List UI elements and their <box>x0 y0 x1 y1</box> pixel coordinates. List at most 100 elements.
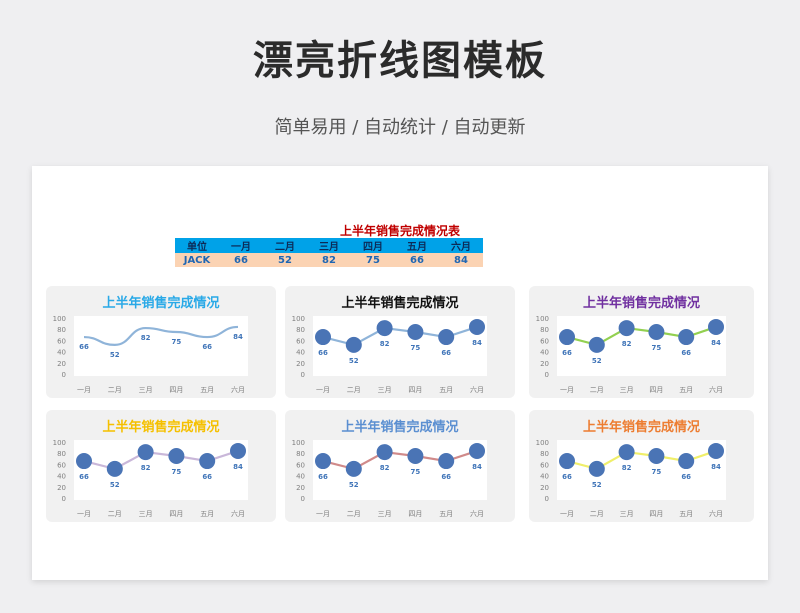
table-cell: 52 <box>263 253 307 267</box>
data-label: 66 <box>318 473 328 481</box>
table-cell: JACK <box>175 253 219 267</box>
data-label: 66 <box>441 473 451 481</box>
line-chart: 0 20 40 60 80 100 一月 二月 三月 四月 五月 六月 66 52 82 75 66 84 <box>292 439 487 518</box>
x-tick-label: 三月 <box>139 386 153 394</box>
y-tick-label: 20 <box>540 484 549 492</box>
table-row: JACK 66 52 82 75 66 84 <box>175 253 483 267</box>
table-header-cell: 四月 <box>351 238 395 253</box>
data-point <box>345 336 362 353</box>
table-header-row: 单位 一月 二月 三月 四月 五月 六月 <box>175 238 483 253</box>
chart-card: 上半年销售完成情况 0 20 40 60 80 100 一月 二月 三月 四月 五月 六月 66 52 82… <box>285 286 515 398</box>
y-tick-label: 60 <box>296 461 305 469</box>
data-label: 82 <box>380 464 390 472</box>
table-header-cell: 五月 <box>395 238 439 253</box>
plot-area <box>313 316 487 376</box>
y-tick-label: 0 <box>301 495 305 503</box>
data-label: 84 <box>711 463 721 471</box>
data-point <box>230 442 246 459</box>
chart-card: 上半年销售完成情况 0 20 40 60 80 100 一月 二月 三月 四月 五月 六月 66 52 82… <box>285 410 515 522</box>
data-label: 82 <box>622 340 632 348</box>
data-label: 84 <box>472 463 482 471</box>
y-tick-label: 0 <box>545 495 549 503</box>
x-tick-label: 二月 <box>590 510 604 518</box>
data-point <box>588 460 605 477</box>
x-tick-label: 三月 <box>378 386 392 394</box>
line-chart: 0 20 40 60 80 100 一月 二月 三月 四月 五月 六月 66 52 82 75 66 84 <box>536 315 726 394</box>
table-header-cell: 一月 <box>219 238 263 253</box>
y-tick-label: 60 <box>57 461 66 469</box>
y-tick-label: 40 <box>57 349 66 357</box>
data-point <box>648 324 665 340</box>
y-tick-label: 60 <box>540 337 549 345</box>
line-chart: 0 20 40 60 80 100 一月 二月 三月 四月 五月 六月 66 52 82 75 66 84 <box>536 439 726 518</box>
data-label: 66 <box>318 349 328 357</box>
y-tick-label: 40 <box>296 473 305 481</box>
data-point <box>618 444 635 461</box>
plot-area <box>313 440 487 500</box>
y-tick-label: 100 <box>53 315 66 323</box>
data-point <box>106 460 123 477</box>
data-point <box>315 453 331 470</box>
data-label: 66 <box>562 349 572 357</box>
y-tick-label: 100 <box>53 439 66 447</box>
table-title: 上半年销售完成情况表 <box>339 224 460 238</box>
y-tick-label: 80 <box>57 450 66 458</box>
chart-card: 上半年销售完成情况 0 20 40 60 80 100 一月 二月 三月 四月 五月 六月 66 52 82… <box>46 410 276 522</box>
sales-table: 单位 一月 二月 三月 四月 五月 六月 JACK 66 52 82 75 66… <box>175 238 483 267</box>
x-tick-label: 三月 <box>620 510 634 518</box>
data-point <box>469 442 485 459</box>
table-header-cell: 三月 <box>307 238 351 253</box>
x-tick-label: 三月 <box>378 510 392 518</box>
y-tick-label: 40 <box>540 349 549 357</box>
x-tick-label: 一月 <box>77 510 91 518</box>
plot-area <box>74 440 248 500</box>
x-tick-label: 四月 <box>649 510 663 518</box>
data-label: 66 <box>441 349 451 357</box>
y-tick-label: 60 <box>540 461 549 469</box>
data-label: 84 <box>472 339 482 347</box>
data-label: 66 <box>202 343 212 351</box>
y-tick-label: 0 <box>62 495 66 503</box>
x-tick-label: 六月 <box>231 385 245 394</box>
x-tick-label: 一月 <box>560 510 574 518</box>
data-label: 52 <box>349 357 359 365</box>
chart-card: 上半年销售完成情况 0 20 40 60 80 100 一月 二月 三月 四月 五月 六月 66 52 82… <box>529 410 754 522</box>
data-label: 84 <box>233 463 243 471</box>
y-tick-label: 20 <box>296 484 305 492</box>
data-label: 52 <box>110 481 120 489</box>
x-tick-label: 一月 <box>316 510 330 518</box>
table-cell: 75 <box>351 253 395 267</box>
x-tick-label: 二月 <box>108 510 122 518</box>
x-tick-label: 五月 <box>679 510 693 518</box>
y-tick-label: 60 <box>57 337 66 345</box>
x-tick-label: 三月 <box>139 510 153 518</box>
data-point <box>559 329 575 346</box>
y-tick-label: 80 <box>540 326 549 334</box>
data-point <box>199 453 216 470</box>
y-tick-label: 40 <box>540 473 549 481</box>
x-tick-label: 五月 <box>200 510 214 518</box>
y-tick-label: 80 <box>57 326 66 334</box>
x-tick-label: 五月 <box>439 386 453 394</box>
y-tick-label: 20 <box>296 360 305 368</box>
table-header-cell: 单位 <box>175 238 219 253</box>
table-header-cell: 二月 <box>263 238 307 253</box>
data-label: 52 <box>349 481 359 489</box>
chart-card: 上半年销售完成情况 0 20 40 60 80 100 一月 二月 三月 四月 五月 六月 66 52 82… <box>529 286 754 398</box>
y-tick-label: 0 <box>301 371 305 379</box>
x-tick-label: 一月 <box>560 386 574 394</box>
data-label: 82 <box>622 464 632 472</box>
data-label: 75 <box>172 338 182 346</box>
x-tick-label: 六月 <box>231 509 245 518</box>
data-point <box>376 320 393 337</box>
x-tick-label: 四月 <box>408 386 422 394</box>
page-subtitle: 简单易用 / 自动统计 / 自动更新 <box>274 117 526 138</box>
data-point <box>588 336 605 353</box>
x-tick-label: 三月 <box>620 386 634 394</box>
data-label: 52 <box>110 351 120 359</box>
data-point <box>708 442 724 459</box>
y-tick-label: 80 <box>540 450 549 458</box>
table-header-cell: 六月 <box>439 238 483 253</box>
data-label: 66 <box>562 473 572 481</box>
x-tick-label: 二月 <box>347 510 361 518</box>
